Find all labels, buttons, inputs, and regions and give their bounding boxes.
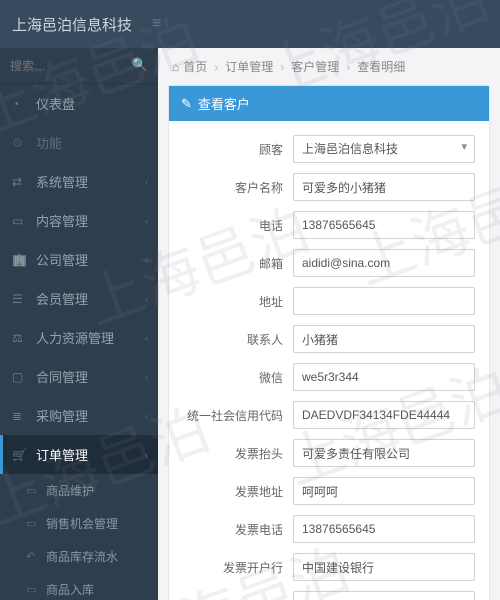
panel: ✎ 查看客户 顾客 上海邑泊信息科技 客户名称 电话 邮箱 地址 联系人 微 — [168, 85, 490, 600]
brand-title: 上海邑泊信息科技 — [12, 14, 132, 35]
sidebar-search: 🔍 — [0, 48, 158, 84]
nav-item-7[interactable]: ▢ 合同管理 ‹ — [0, 357, 158, 396]
nav-label: 合同管理 — [36, 367, 88, 386]
nav-item-0[interactable]: ◔ 仪表盘 — [0, 84, 158, 123]
nav-label: 功能 — [36, 133, 62, 152]
field-label-credit: 统一社会信用代码 — [183, 407, 293, 424]
invoice-bank-input[interactable] — [293, 553, 475, 581]
subnav-item-2[interactable]: ↶ 商品库存流水 — [0, 540, 158, 573]
chevron-icon: ‹ — [145, 411, 148, 421]
name-input[interactable] — [293, 173, 475, 201]
nav-item-4[interactable]: 🏢 公司管理 ‹ — [0, 240, 158, 279]
field-label-inv-bank: 发票开户行 — [183, 559, 293, 576]
field-label-inv-addr: 发票地址 — [183, 483, 293, 500]
customer-form: 顾客 上海邑泊信息科技 客户名称 电话 邮箱 地址 联系人 微信 统一社会信用代… — [169, 121, 489, 600]
nav-label: 订单管理 — [36, 445, 88, 464]
nav-icon: 🏢 — [12, 253, 28, 267]
nav-label: 公司管理 — [36, 250, 88, 269]
chevron-icon: ‹ — [145, 372, 148, 382]
nav-icon: ▢ — [12, 370, 28, 384]
nav-item-8[interactable]: ≣ 采购管理 ‹ — [0, 396, 158, 435]
nav-item-1[interactable]: ⚙ 功能 — [0, 123, 158, 162]
field-label-inv-title: 发票抬头 — [183, 445, 293, 462]
nav-icon: ⚖ — [12, 331, 28, 345]
sidebar: 🔍 ◔ 仪表盘 ⚙ 功能 ⇄ 系统管理 ‹ ▭ 内容管理 ‹ 🏢 公司管理 ‹ ☰ 会员管理 ‹ ⚖ 人力资源管理… — [0, 0, 158, 600]
chevron-icon: ‹ — [145, 294, 148, 304]
breadcrumb-item[interactable]: 客户管理 — [291, 58, 339, 75]
customer-select[interactable]: 上海邑泊信息科技 — [293, 135, 475, 163]
nav-label: 人力资源管理 — [36, 328, 114, 347]
edit-icon: ✎ — [181, 96, 192, 112]
invoice-address-input[interactable] — [293, 477, 475, 505]
subnav-label: 商品入库 — [46, 581, 94, 598]
subnav-item-3[interactable]: ▭ 商品入库 — [0, 573, 158, 600]
chevron-icon: ‹ — [145, 255, 148, 265]
field-label-address: 地址 — [183, 293, 293, 310]
invoice-title-input[interactable] — [293, 439, 475, 467]
search-input[interactable] — [10, 59, 148, 73]
breadcrumb-home-icon[interactable]: ⌂ — [172, 60, 179, 74]
subnav-item-0[interactable]: ▭ 商品维护 — [0, 474, 158, 507]
invoice-phone-input[interactable] — [293, 515, 475, 543]
nav-label: 采购管理 — [36, 406, 88, 425]
nav-item-5[interactable]: ☰ 会员管理 ‹ — [0, 279, 158, 318]
chevron-icon: ‹ — [145, 177, 148, 187]
breadcrumb-item[interactable]: 订单管理 — [225, 58, 273, 75]
subnav-item-1[interactable]: ▭ 销售机会管理 — [0, 507, 158, 540]
menu-toggle-icon[interactable]: ≡ — [152, 15, 161, 33]
field-label-wechat: 微信 — [183, 369, 293, 386]
field-label-email: 邮箱 — [183, 255, 293, 272]
nav-icon: ▭ — [12, 214, 28, 228]
subnav-label: 销售机会管理 — [46, 515, 118, 532]
nav-item-3[interactable]: ▭ 内容管理 ‹ — [0, 201, 158, 240]
subnav-icon: ▭ — [26, 484, 40, 497]
invoice-account-input[interactable] — [293, 591, 475, 600]
address-input[interactable] — [293, 287, 475, 315]
subnav-icon: ▭ — [26, 583, 40, 596]
nav-label: 会员管理 — [36, 289, 88, 308]
panel-header: ✎ 查看客户 — [169, 86, 489, 121]
field-label-name: 客户名称 — [183, 179, 293, 196]
wechat-input[interactable] — [293, 363, 475, 391]
chevron-right-icon: › — [214, 60, 218, 74]
nav-icon: ⇄ — [12, 175, 28, 189]
breadcrumb-item: 查看明细 — [357, 58, 405, 75]
main-content: ⌂ 首页 › 订单管理 › 客户管理 › 查看明细 ✎ 查看客户 顾客 上海邑泊… — [158, 0, 500, 600]
contact-input[interactable] — [293, 325, 475, 353]
nav-icon: ☰ — [12, 292, 28, 306]
field-label-phone: 电话 — [183, 217, 293, 234]
phone-input[interactable] — [293, 211, 475, 239]
field-label-contact: 联系人 — [183, 331, 293, 348]
field-label-inv-phone: 发票电话 — [183, 521, 293, 538]
nav-label: 仪表盘 — [36, 94, 75, 113]
nav-icon: ◔ — [12, 97, 28, 111]
nav-item-6[interactable]: ⚖ 人力资源管理 ‹ — [0, 318, 158, 357]
nav-item-9[interactable]: 🛒 订单管理 ‹ — [0, 435, 158, 474]
nav-label: 系统管理 — [36, 172, 88, 191]
subnav-icon: ↶ — [26, 550, 40, 563]
field-label-inv-acct: 发票账号 — [183, 597, 293, 600]
chevron-icon: ‹ — [145, 450, 148, 460]
credit-input[interactable] — [293, 401, 475, 429]
email-input[interactable] — [293, 249, 475, 277]
breadcrumb-item[interactable]: 首页 — [183, 58, 207, 75]
subnav-label: 商品库存流水 — [46, 548, 118, 565]
nav-icon: 🛒 — [12, 448, 28, 462]
breadcrumb: ⌂ 首页 › 订单管理 › 客户管理 › 查看明细 — [158, 48, 500, 85]
chevron-icon: ‹ — [145, 216, 148, 226]
nav-icon: ≣ — [12, 409, 28, 423]
field-label-customer: 顾客 — [183, 141, 293, 158]
nav-label: 内容管理 — [36, 211, 88, 230]
subnav-icon: ▭ — [26, 517, 40, 530]
top-header: 上海邑泊信息科技 ≡ — [0, 0, 500, 48]
subnav-label: 商品维护 — [46, 482, 94, 499]
nav-item-2[interactable]: ⇄ 系统管理 ‹ — [0, 162, 158, 201]
panel-title: 查看客户 — [198, 94, 250, 113]
nav-icon: ⚙ — [12, 136, 28, 150]
chevron-right-icon: › — [346, 60, 350, 74]
chevron-icon: ‹ — [145, 333, 148, 343]
chevron-right-icon: › — [280, 60, 284, 74]
